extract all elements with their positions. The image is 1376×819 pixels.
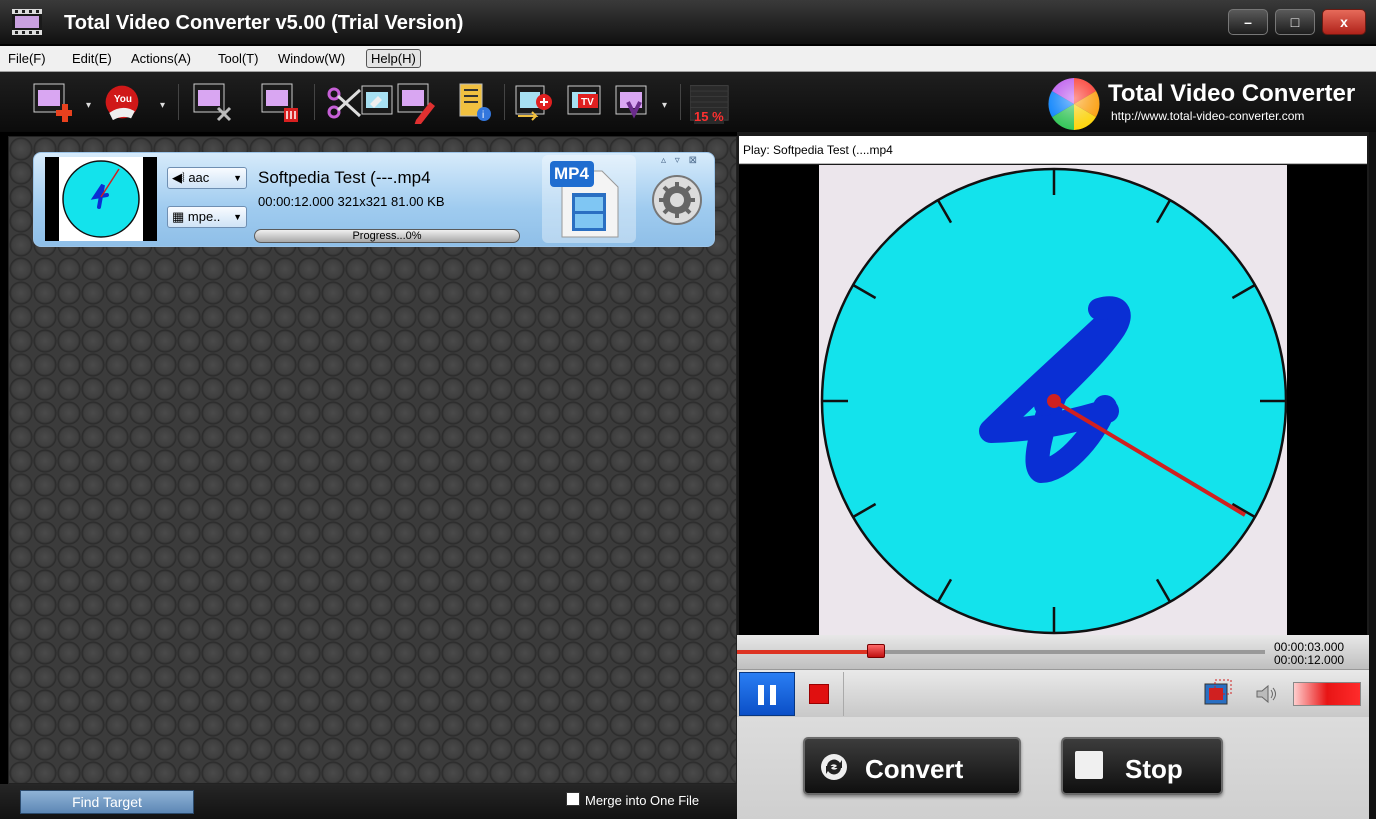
refresh-icon — [821, 754, 847, 780]
file-list-panel: ◀⦚ aac ▼ ▦ mpe.. ▼ Softpedia Test (---.m… — [8, 136, 737, 784]
seek-area: 00:00:03.000 00:00:12.000 — [737, 635, 1369, 669]
menu-edit[interactable]: Edit(E) — [72, 51, 112, 66]
pause-icon-bar — [770, 685, 776, 705]
progress-text: Progress...0% — [352, 230, 422, 242]
close-button[interactable]: x — [1322, 9, 1366, 35]
window-title: Total Video Converter v5.00 (Trial Versi… — [64, 12, 464, 34]
cpu-usage-label: 15 % — [694, 109, 724, 124]
add-file-dropdown-icon[interactable]: ▾ — [86, 100, 91, 111]
pause-button[interactable] — [739, 672, 795, 716]
output-format-button[interactable]: MP4 — [542, 155, 636, 243]
time-current: 00:00:03.000 — [1274, 640, 1345, 654]
file-thumbnail — [45, 157, 157, 241]
brand-name: Total Video Converter — [1108, 80, 1356, 107]
file-item[interactable]: ◀⦚ aac ▼ ▦ mpe.. ▼ Softpedia Test (---.m… — [33, 152, 715, 247]
stop-label: Stop — [1125, 754, 1183, 784]
tv-icon[interactable]: TV — [566, 80, 606, 124]
menu-tool[interactable]: Tool(T) — [218, 51, 258, 66]
insert-clip-icon[interactable] — [514, 80, 554, 124]
convert-button[interactable]: Convert — [803, 737, 1021, 795]
add-file-icon[interactable] — [32, 80, 72, 124]
chevron-down-icon: ▼ — [233, 212, 242, 222]
pause-icon — [758, 685, 764, 705]
preview-panel: Play: Softpedia Test (....mp4 00:00:03.0… — [737, 132, 1369, 819]
video-frame — [819, 165, 1287, 635]
file-info: 00:00:12.000 321x321 81.00 KB — [258, 194, 445, 209]
find-target-button[interactable]: Find Target — [20, 790, 194, 814]
time-total: 00:00:12.000 — [1274, 653, 1345, 667]
dvd-dropdown-icon[interactable]: ▾ — [662, 100, 667, 111]
video-codec-select[interactable]: ▦ mpe.. ▼ — [167, 206, 247, 228]
menu-actions[interactable]: Actions(A) — [131, 51, 191, 66]
thumbnail-clock-image — [62, 160, 140, 238]
seek-handle[interactable] — [867, 644, 885, 658]
play-label: Play: Softpedia Test (....mp4 — [739, 136, 1367, 164]
app-icon — [12, 9, 42, 35]
action-area: Convert Stop — [737, 717, 1369, 819]
toolbar: ▾ You ▾ i TV ▾ 15 % Total Video Converte… — [0, 72, 1376, 132]
seek-fill — [737, 650, 869, 654]
clock-video-image — [820, 167, 1287, 635]
toolbar-separator — [178, 84, 179, 120]
menu-file[interactable]: File(F) — [8, 51, 46, 66]
toolbar-separator — [680, 84, 681, 120]
edit-video-icon[interactable] — [396, 80, 436, 124]
settings-gear-icon[interactable] — [650, 173, 704, 227]
stop-icon — [1075, 751, 1103, 779]
chevron-down-icon: ▼ — [233, 173, 242, 183]
audio-codec-value: aac — [188, 170, 210, 185]
window-border — [1369, 132, 1376, 819]
menu-window[interactable]: Window(W) — [278, 51, 345, 66]
controls-divider — [843, 672, 844, 716]
film-icon: ▦ — [172, 209, 188, 224]
youtube-download-icon[interactable]: You — [102, 80, 142, 124]
minimize-button[interactable]: – — [1228, 9, 1268, 35]
maximize-button[interactable]: □ — [1275, 9, 1315, 35]
stop-button[interactable]: Stop — [1061, 737, 1223, 795]
dvd-menu-icon[interactable] — [614, 80, 654, 124]
speaker-icon: ◀⦚ — [172, 170, 189, 185]
progress-bar: Progress...0% — [254, 229, 520, 243]
card-window-controls[interactable]: ▵ ▿ ⊠ — [661, 155, 700, 166]
svg-text:i: i — [482, 110, 484, 121]
delete-file-icon[interactable] — [260, 80, 300, 124]
video-effects-icon[interactable] — [358, 80, 398, 124]
file-name: Softpedia Test (---.mp4 — [258, 168, 431, 187]
volume-slider[interactable] — [1293, 682, 1361, 706]
svg-text:You: You — [114, 94, 132, 105]
audio-codec-select[interactable]: ◀⦚ aac ▼ — [167, 167, 247, 189]
menu-help[interactable]: Help(H) — [366, 49, 421, 68]
merge-checkbox[interactable] — [566, 792, 580, 806]
merge-label: Merge into One File — [585, 793, 700, 808]
brand-url: http://www.total-video-converter.com — [1111, 109, 1305, 123]
svg-text:TV: TV — [581, 97, 594, 108]
convert-label: Convert — [865, 754, 964, 784]
format-label: MP4 — [554, 164, 589, 183]
file-info-icon[interactable]: i — [454, 80, 494, 124]
menu-bar: File(F) Edit(E) Actions(A) Tool(T) Windo… — [0, 46, 1376, 72]
cut-video-icon[interactable] — [192, 80, 232, 124]
speaker-volume-icon[interactable] — [1255, 684, 1277, 704]
seek-slider[interactable] — [737, 644, 1265, 658]
title-bar: Total Video Converter v5.00 (Trial Versi… — [0, 0, 1376, 45]
stop-playback-button[interactable] — [809, 684, 829, 704]
toolbar-separator — [504, 84, 505, 120]
player-controls — [737, 669, 1369, 717]
video-codec-value: mpe.. — [187, 209, 221, 224]
toolbar-separator — [314, 84, 315, 120]
snapshot-icon[interactable] — [1203, 678, 1233, 708]
file-list-footer: Find Target Merge into One File — [0, 784, 737, 819]
video-preview[interactable] — [739, 165, 1367, 635]
youtube-dropdown-icon[interactable]: ▾ — [160, 100, 165, 111]
brand-logo — [1048, 78, 1100, 130]
